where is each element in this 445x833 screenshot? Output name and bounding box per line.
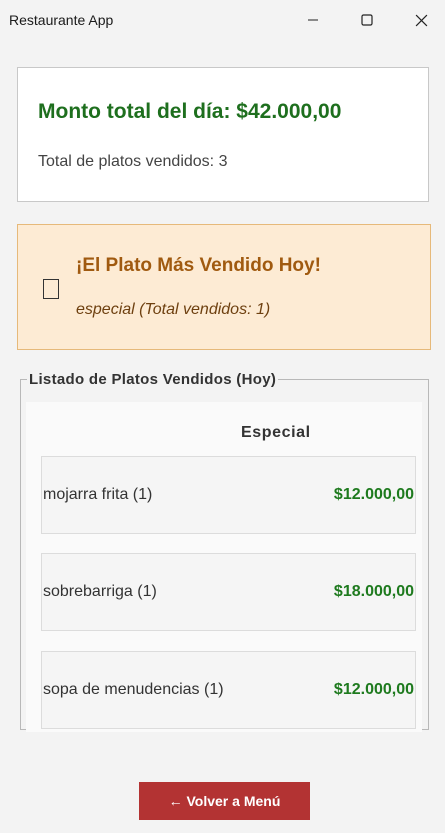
total-dishes-sold: Total de platos vendidos: 3 (38, 153, 228, 170)
title-bar: Restaurante App (0, 0, 445, 40)
sold-dishes-legend: Listado de Platos Vendidos (Hoy) (29, 371, 277, 388)
top-dish-checkbox-icon (43, 279, 59, 299)
dish-name: mojarra frita (1) (43, 486, 153, 503)
list-item: mojarra frita (1) $12.000,00 (41, 456, 416, 534)
window-title: Restaurante App (9, 12, 114, 28)
minimize-icon (308, 19, 318, 21)
close-icon (415, 14, 427, 26)
dish-name: sopa de menudencias (1) (43, 681, 224, 698)
dish-name: sobrebarriga (1) (43, 583, 157, 600)
dish-price: $18.000,00 (333, 583, 414, 600)
daily-summary-card: Monto total del día: $42.000,00 Total de… (17, 67, 429, 202)
dish-price: $12.000,00 (333, 681, 414, 698)
dish-price: $12.000,00 (333, 486, 414, 503)
top-dish-card: ¡El Plato Más Vendido Hoy! especial (Tot… (17, 224, 431, 350)
sold-dishes-list: Listado de Platos Vendidos (Hoy) Especia… (20, 371, 429, 732)
back-to-menu-button[interactable]: ← Volver a Menú (139, 782, 310, 820)
daily-total-amount: Monto total del día: $42.000,00 (38, 100, 342, 123)
category-heading: Especial (241, 424, 311, 441)
list-item: sobrebarriga (1) $18.000,00 (41, 553, 416, 631)
list-item: sopa de menudencias (1) $12.000,00 (41, 651, 416, 729)
top-dish-title: ¡El Plato Más Vendido Hoy! (76, 255, 321, 276)
close-button[interactable] (398, 0, 444, 40)
maximize-button[interactable] (344, 0, 390, 40)
minimize-button[interactable] (290, 0, 336, 40)
sold-dishes-panel: Especial mojarra frita (1) $12.000,00 so… (26, 402, 422, 732)
maximize-icon (361, 14, 373, 26)
top-dish-detail: especial (Total vendidos: 1) (76, 301, 271, 318)
